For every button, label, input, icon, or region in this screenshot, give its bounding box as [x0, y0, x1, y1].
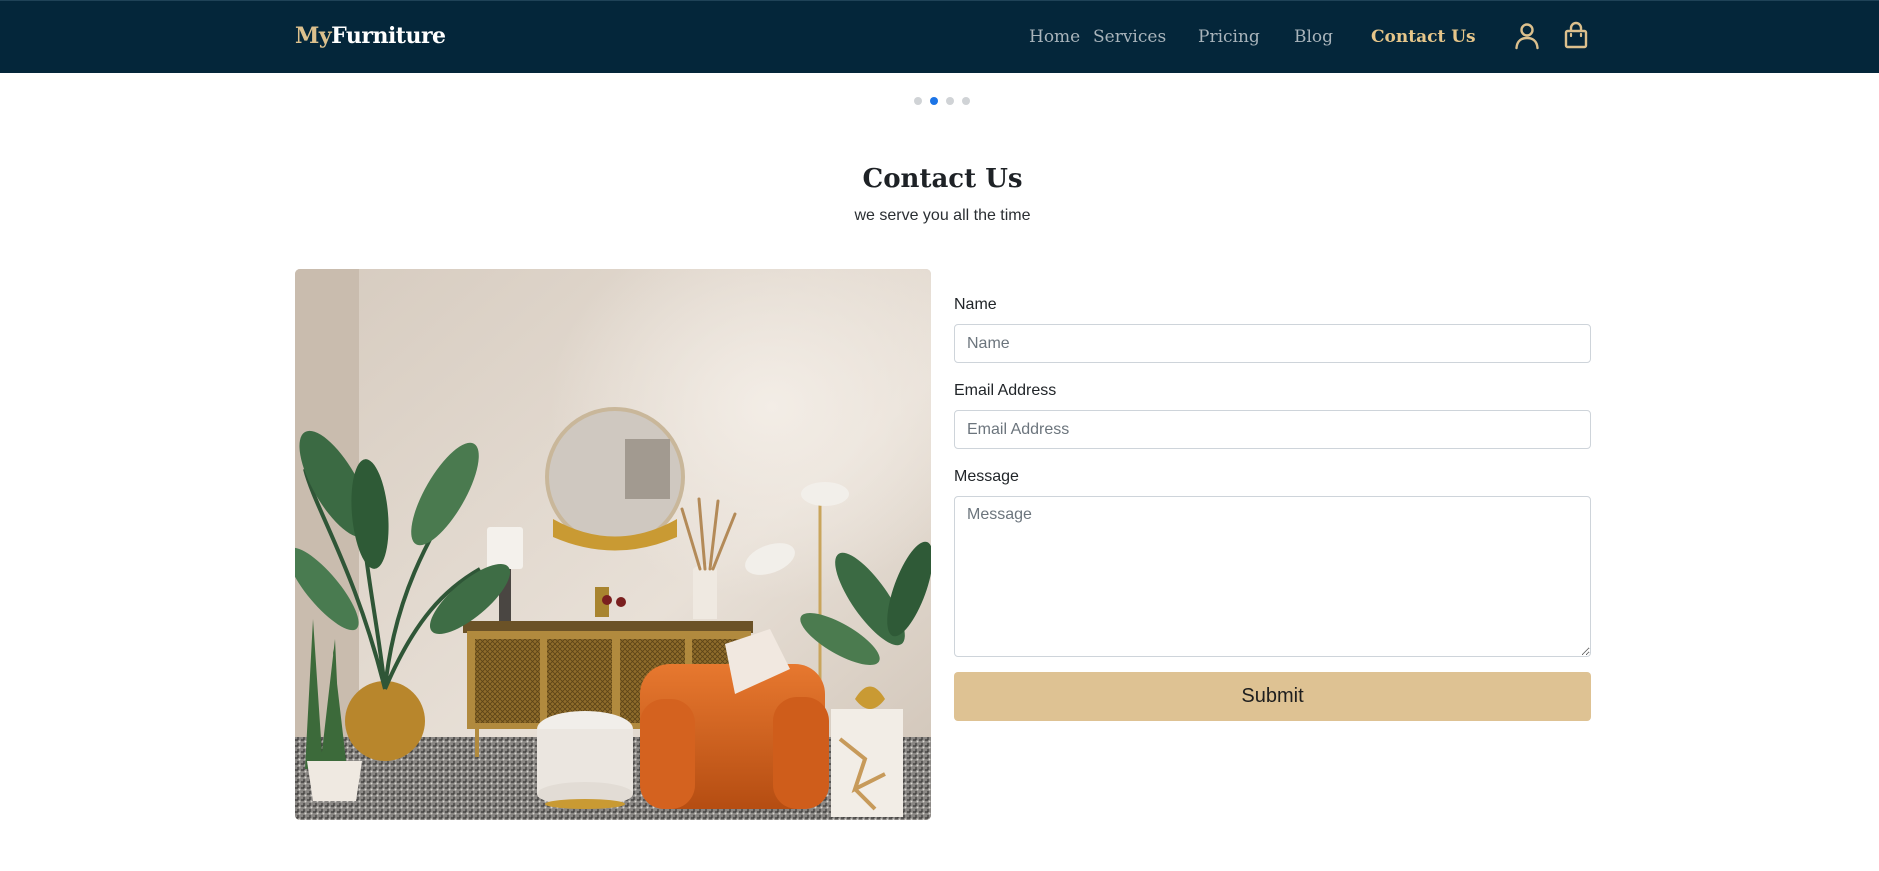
nav-link-services[interactable]: Services [1093, 27, 1166, 47]
section-subtitle: we serve you all the time [854, 207, 1031, 224]
nav-link-home[interactable]: Home [1029, 27, 1080, 47]
nav-link-pricing[interactable]: Pricing [1198, 27, 1260, 47]
carousel-dot-1[interactable] [914, 97, 922, 105]
message-label: Message [954, 468, 1019, 485]
brand-logo[interactable]: MyFurniture [295, 23, 446, 49]
living-room-photo [295, 269, 931, 820]
nav-link-contact-us[interactable]: Contact Us [1371, 27, 1476, 47]
message-textarea[interactable] [954, 496, 1591, 657]
brand-prefix: My [295, 23, 332, 49]
navbar: MyFurniture Home Services Pricing Blog C… [0, 0, 1879, 73]
carousel-dot-3[interactable] [946, 97, 954, 105]
carousel-indicators [914, 97, 970, 105]
email-input[interactable] [954, 410, 1591, 449]
email-label: Email Address [954, 382, 1057, 399]
user-icon[interactable] [1513, 21, 1541, 51]
brand-name: Furniture [331, 23, 446, 49]
shopping-bag-icon[interactable] [1562, 21, 1590, 51]
carousel-dot-2[interactable] [930, 97, 938, 105]
section-title: Contact Us [862, 164, 1023, 194]
submit-button[interactable]: Submit [954, 672, 1591, 721]
carousel-dot-4[interactable] [962, 97, 970, 105]
name-input[interactable] [954, 324, 1591, 363]
name-label: Name [954, 296, 997, 313]
nav-link-blog[interactable]: Blog [1294, 27, 1333, 47]
